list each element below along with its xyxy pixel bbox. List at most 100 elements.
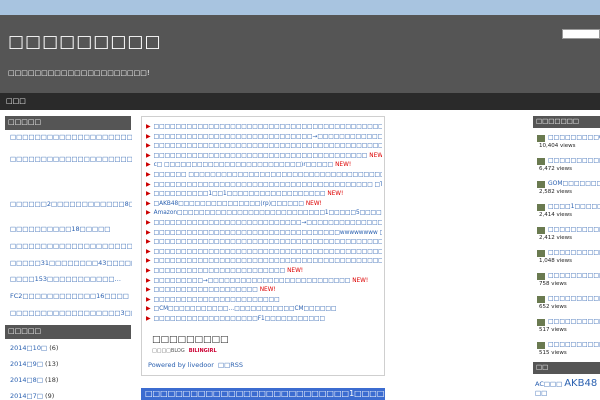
feed-item-link[interactable]: □□□□□□□□□□□□□□□□□□□□□□□□ (154, 268, 285, 274)
recent-post-link[interactable]: □□□□□□2□□□□□□□□□□□□8□□□□□□□□□□□ (10, 200, 132, 218)
tag-link[interactable]: AC□□□ (535, 380, 562, 388)
ranking-item[interactable]: □□□□□□□□□0... 10,404 views (537, 134, 600, 155)
feed-item[interactable]: ▶ □□□□□□□□□□□□□□□□□□□ NEW! (146, 285, 382, 294)
feed-item[interactable]: ▶ □□□□□□□□□□□□□□□□□□□□□□□□□□□□□□□□□□□□□□□… (146, 180, 382, 189)
ranking-title-link[interactable]: GOM□□□□□□□□ (548, 180, 600, 187)
feed-item-link[interactable]: □□□□□□□□□□□□□□□□□□□□□□□□□□□□□□□□□□□□□□□□… (154, 143, 382, 149)
archive-month-link[interactable]: 2014□7□ (10, 392, 43, 400)
ranking-title-link[interactable]: □□□□□□□□□□□ (548, 226, 600, 233)
ranking-title-link[interactable]: □□□□□□□□□0... (548, 134, 600, 141)
feed-item-link[interactable]: □□□□□□□□□□□□□□□□□□□ (154, 287, 258, 293)
feed-item[interactable]: ▶ □□□□□□□□□□□□□□□□□□□□□□□ (146, 295, 382, 304)
feed-item[interactable]: ▶ □CM□□□□□□□□□□□…□□□□□□□□□□□CM□□□□□□ (146, 304, 382, 313)
ranking-thumbnail[interactable] (537, 158, 545, 165)
rss-link[interactable]: □□RSS (218, 361, 243, 369)
feed-item[interactable]: ▶ □□□□□□□□□□□□□□□□□□□□□□□□□□□□□□□□□□□□□□□… (146, 151, 382, 160)
archive-month-link[interactable]: 2014□10□ (10, 344, 47, 352)
powered-by-link[interactable]: Powered by livedoor (148, 361, 214, 369)
feed-item-link[interactable]: □□□□□□□□□□□□□□□□□□□□□□□□□□□□□□□□□□□□□□□□… (154, 182, 382, 188)
ranking-item[interactable]: □□□□□□□□□□□ 6,472 views (537, 157, 600, 178)
ranking-title-link[interactable]: □□□□□□□□□□□ (548, 272, 600, 279)
recent-post-link[interactable]: □□□□□□□□□□□□□□□□□□□□□□□□□ (10, 242, 132, 251)
feed-item[interactable]: ▶ □□□□□□□□□□□□□□□□□□□□□□□□□□□□□→□□□□□□□□□… (146, 132, 382, 141)
tag-link[interactable]: □□ (535, 389, 547, 397)
feed-item[interactable]: ▶ □□□□□□□□□□□□□□□□□□□□□□□□□□□□□□□□□□□□□□□… (146, 141, 382, 150)
archive-item[interactable]: 2014□10□ (6) (10, 344, 58, 352)
article-title-bar[interactable]: □□□□□□□□□□□□□□□□□□□□□□□□□□□1□□□□□□□□ (141, 388, 385, 400)
ranking-item[interactable]: □□□□1□□□□□□ 2,414 views (537, 203, 600, 224)
ranking-item[interactable]: GOM□□□□□□□□ 2,582 views (537, 180, 600, 201)
archive-month-link[interactable]: 2014□9□ (10, 360, 43, 368)
ranking-thumbnail[interactable] (537, 227, 545, 234)
ranking-item[interactable]: □□□□□□□□□□DL□ 652 views (537, 295, 600, 316)
feed-item-link[interactable]: c□ □□□□□□□□□□□□□□□□□□□□□□□□□)r□□□□□ (154, 162, 333, 168)
ranking-item[interactable]: □□□□□□□□□□□ 515 views (537, 341, 600, 362)
ranking-thumbnail[interactable] (537, 273, 545, 280)
site-title[interactable]: □□□□□□□□□ (8, 31, 162, 53)
feed-item[interactable]: ▶ □□□□□□□□□□□□□□□□□□□□□□□□□□□□□□□□□□wwwww… (146, 228, 382, 237)
feed-item[interactable]: ▶ □□□□□□□□□□□□□□□□□□□□□□□□□□□□□□□□□□□□□□□… (146, 247, 382, 256)
ranking-item[interactable]: □□□□□□□□□□□ 517 views (537, 318, 600, 339)
search-input[interactable] (562, 29, 600, 39)
recent-post-link[interactable]: □□□□153□□□□□□□□□□□… (10, 275, 132, 284)
ranking-title-link[interactable]: □□□□□□□□□□□ (548, 341, 600, 348)
feed-item-link[interactable]: □□□□□□□□□□□□□□□□□□□□□□□□□□□→□□□□□□□□□□□□… (154, 220, 382, 226)
ranking-thumbnail[interactable] (537, 135, 545, 142)
feed-item[interactable]: ▶ c□ □□□□□□□□□□□□□□□□□□□□□□□□□)r□□□□□ NEW! (146, 160, 382, 169)
recent-post-link[interactable]: □□□□□□□□□□□□□□□□□□□□□□□□□□1□□□□□□□ (10, 133, 132, 151)
feed-item-link[interactable]: □□□□□□□□□□□□□□□□□□□F1□□□□□□□□□□□ (154, 316, 325, 322)
ranking-item[interactable]: □□□□□□□□□□□ 1,048 views (537, 249, 600, 270)
feed-item[interactable]: ▶ □□□□□□ □□□□□□□□□□□□□□□□□□□□□□□□□□□□□□□□… (146, 170, 382, 179)
feed-item-link[interactable]: □□□□□□□□□□□□□□□□□□□□□□□□□□□□□□□□□□wwwwww… (154, 230, 382, 236)
ranking-title-link[interactable]: □□□□□□□□□□□ (548, 157, 600, 164)
recent-post-link[interactable]: □□□□□□□□□□□□□□□□□□□□□□□□□□□□□□□□□□□ (10, 155, 132, 182)
feed-item[interactable]: ▶ □□□□□□□□□□□□□□□□□□□□□□□□□□□□□□□□□□□□□□□… (146, 256, 382, 265)
nav-home-link[interactable]: □□□ (6, 97, 26, 105)
feed-item-link[interactable]: □□□□□□□□□□□□□□□□□□□□□□□□□□□□□□□□□□□□□□□□… (154, 239, 382, 245)
ranking-title-link[interactable]: □□□□1□□□□□□ (548, 203, 600, 210)
ranking-title-link[interactable]: □□□□□□□□□□□ (548, 249, 600, 256)
feed-item-link[interactable]: □□□□□□□□□□1□□1□□□□□□□□□□□□□□□□□□ (154, 191, 326, 197)
ranking-title-link[interactable]: □□□□□□□□□□DL□ (548, 295, 600, 302)
ranking-thumbnail[interactable] (537, 250, 545, 257)
feed-item-link[interactable]: □□□□□□□□□□□□□□□□□□□□□□□□□□□□□□□□□□□□□□□ (154, 153, 368, 159)
ranking-thumbnail[interactable] (537, 181, 545, 188)
archive-month-link[interactable]: 2014□8□ (10, 376, 43, 384)
ranking-thumbnail[interactable] (537, 204, 545, 211)
recent-post-link[interactable]: □□□□□□□□□□□□□□□□□□3□□□□□□□□ (10, 309, 132, 318)
ranking-item[interactable]: □□□□□□□□□□□ 758 views (537, 272, 600, 293)
feed-item[interactable]: ▶ □□□□□□□□□□□□□□□□□□□□□□□□ NEW! (146, 266, 382, 275)
feed-item[interactable]: ▶ □□□□□□□□□□□□□□□□□□□□□□□□□□□→□□□□□□□□□□□… (146, 218, 382, 227)
powered-by: Powered by livedoor □□RSS (148, 361, 247, 369)
ranking-thumbnail[interactable] (537, 319, 545, 326)
feed-item[interactable]: ▶ □□□□□□□□□→□□□□□□□□□□□□□□□□□□□□□□□□□□ NEW… (146, 276, 382, 285)
archive-item[interactable]: 2014□9□ (13) (10, 360, 58, 368)
ranking-title-link[interactable]: □□□□□□□□□□□ (548, 318, 600, 325)
feed-item[interactable]: ▶ Amazon□□□□□□□□□□□□□□□□□□□□□□□□□□□1□□□□□… (146, 208, 382, 217)
feed-item-link[interactable]: □CM□□□□□□□□□□□…□□□□□□□□□□□CM□□□□□□ (154, 306, 337, 312)
tag-link[interactable]: AKB48 (564, 378, 597, 389)
feed-item-link[interactable]: □□□□□□□□□□□□□□□□□□□□□□□□□□□□□→□□□□□□□□□□… (154, 134, 382, 140)
feed-item[interactable]: ▶ □□□□□□□□□□□□□□□□□□□□□□□□□□□□□□□□□□□□□□□… (146, 237, 382, 246)
ranking-thumbnail[interactable] (537, 342, 545, 349)
feed-item-link[interactable]: □□□□□□□□□□□□□□□□□□□□□□□□□□□□□□□□□□□□□□□□… (154, 249, 382, 255)
feed-item[interactable]: ▶ □□□□□□□□□□□□□□□□□□□F1□□□□□□□□□□□ (146, 314, 382, 323)
feed-item[interactable]: ▶ □AKB48□□□□□□□□□□□□□□□(rp)□□□□□□ NEW! (146, 199, 382, 208)
recent-post-link[interactable]: FC2□□□□□□□□□□□□16□□□□ (10, 292, 132, 301)
feed-item-link[interactable]: □□□□□□□□□□□□□□□□□□□□□□□□□□□□□□□□□□□□□□□□… (154, 124, 382, 130)
recent-post-link[interactable]: □□□□□□□□□□18□□□□□ (10, 225, 132, 234)
recent-post-link[interactable]: □□□□□31□□□□□□□□43□□□□□□… (10, 259, 132, 268)
feed-item-link[interactable]: □AKB48□□□□□□□□□□□□□□□(rp)□□□□□□ (154, 201, 304, 207)
archive-item[interactable]: 2014□7□ (9) (10, 392, 54, 400)
feed-item[interactable]: ▶ □□□□□□□□□□□□□□□□□□□□□□□□□□□□□□□□□□□□□□□… (146, 122, 382, 131)
feed-item-link[interactable]: □□□□□□ □□□□□□□□□□□□□□□□□□□□□□□□□□□□□□□□□… (154, 172, 382, 178)
feed-item[interactable]: ▶ □□□□□□□□□□1□□1□□□□□□□□□□□□□□□□□□ NEW! (146, 189, 382, 198)
archive-item[interactable]: 2014□8□ (18) (10, 376, 58, 384)
feed-item-link[interactable]: □□□□□□□□□□□□□□□□□□□□□□□ (154, 297, 280, 303)
ranking-item[interactable]: □□□□□□□□□□□ 2,412 views (537, 226, 600, 247)
feed-item-link[interactable]: □□□□□□□□□→□□□□□□□□□□□□□□□□□□□□□□□□□□ (154, 278, 351, 284)
ranking-thumbnail[interactable] (537, 296, 545, 303)
feed-item-link[interactable]: Amazon□□□□□□□□□□□□□□□□□□□□□□□□□□□1□□□□□5… (154, 210, 382, 216)
feed-item-link[interactable]: □□□□□□□□□□□□□□□□□□□□□□□□□□□□□□□□□□□□□□□□… (154, 258, 382, 264)
bilingirl-banner[interactable]: □□□□□□□□□ □□□□BLOG BILINGIRL (150, 334, 240, 358)
